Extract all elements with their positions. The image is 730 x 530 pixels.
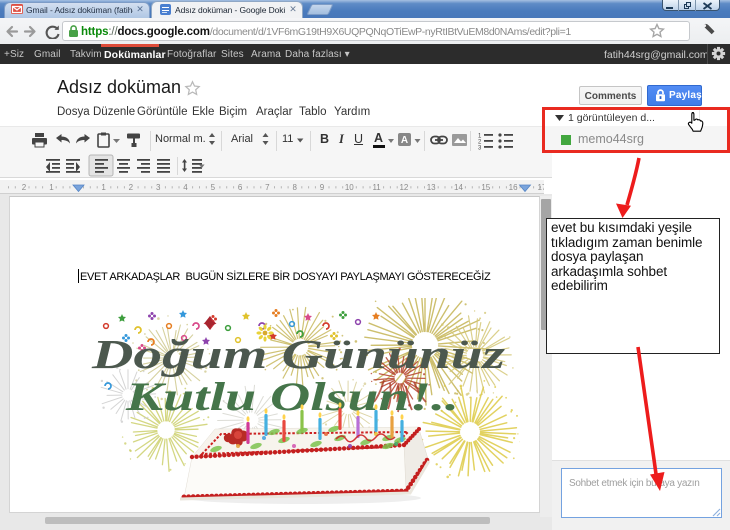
svg-text:1: 1 <box>101 183 106 192</box>
svg-text:2: 2 <box>22 183 27 192</box>
svg-text:12: 12 <box>399 183 408 192</box>
svg-text:14: 14 <box>454 183 463 192</box>
svg-text:15: 15 <box>481 183 490 192</box>
svg-text:5: 5 <box>211 183 216 192</box>
svg-text:13: 13 <box>427 183 436 192</box>
svg-text:Kutlu Olsun!..: Kutlu Olsun!.. <box>125 374 459 419</box>
svg-text:6: 6 <box>238 183 243 192</box>
svg-text:7: 7 <box>265 183 270 192</box>
svg-text:3: 3 <box>156 183 161 192</box>
svg-text:8: 8 <box>292 183 297 192</box>
svg-text:3: 3 <box>478 146 482 152</box>
svg-text:2: 2 <box>129 183 134 192</box>
svg-text:10: 10 <box>345 183 354 192</box>
svg-text:Doğum Gününüz: Doğum Gününüz <box>91 331 505 377</box>
svg-text:4: 4 <box>183 183 188 192</box>
svg-text:A: A <box>401 135 408 146</box>
svg-text:16: 16 <box>509 183 518 192</box>
svg-text:9: 9 <box>320 183 325 192</box>
svg-text:11: 11 <box>372 183 381 192</box>
svg-text:1: 1 <box>49 183 54 192</box>
